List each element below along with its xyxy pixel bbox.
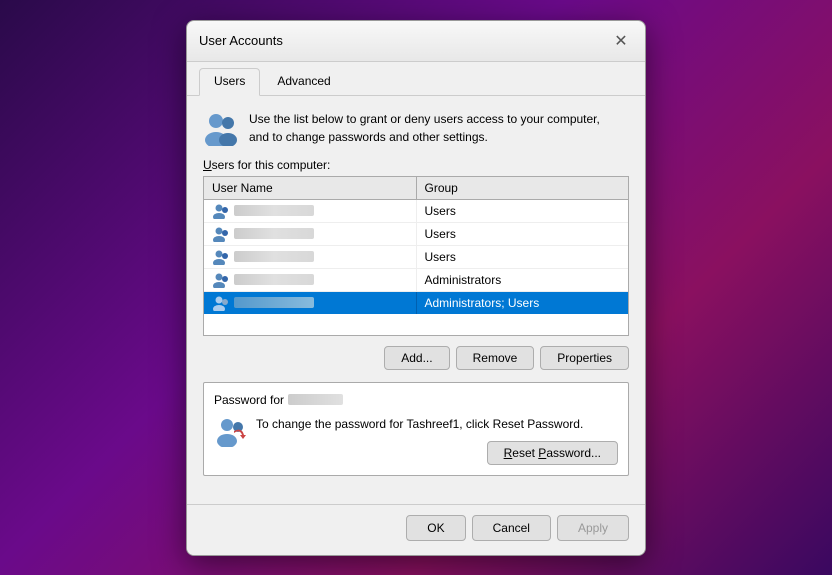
table-row[interactable]: Administrators — [204, 269, 628, 292]
info-text: Use the list below to grant or deny user… — [249, 110, 600, 146]
selected-user-name-blur — [234, 297, 314, 308]
password-label: Password for — [214, 393, 618, 407]
user-name-blur — [234, 205, 314, 216]
password-user-blur — [288, 394, 343, 405]
user-name-blur — [234, 274, 314, 285]
user-name-blur — [234, 251, 314, 262]
ok-button[interactable]: OK — [406, 515, 465, 541]
user-group: Users — [417, 201, 629, 221]
tab-advanced[interactable]: Advanced — [262, 68, 345, 95]
users-icon — [203, 110, 239, 146]
table-row[interactable]: Users — [204, 223, 628, 246]
add-button[interactable]: Add... — [384, 346, 449, 370]
password-section: Password for To change the password for … — [203, 382, 629, 476]
user-row-icon — [212, 295, 228, 311]
dialog-title: User Accounts — [199, 33, 283, 48]
cancel-button[interactable]: Cancel — [472, 515, 551, 541]
remove-button[interactable]: Remove — [456, 346, 535, 370]
users-label: Users for this computer: — [203, 158, 629, 172]
tab-bar: Users Advanced — [187, 62, 645, 96]
tab-users[interactable]: Users — [199, 68, 260, 96]
table-row[interactable]: Users — [204, 200, 628, 223]
apply-button[interactable]: Apply — [557, 515, 629, 541]
table-row[interactable]: Users — [204, 246, 628, 269]
user-name-blur — [234, 228, 314, 239]
user-group: Administrators — [417, 270, 629, 290]
user-action-buttons: Add... Remove Properties — [203, 346, 629, 370]
user-row-icon — [212, 203, 228, 219]
table-row-selected[interactable]: Administrators; Users — [204, 292, 628, 314]
dialog-content: Use the list below to grant or deny user… — [187, 96, 645, 504]
user-row-icon — [212, 249, 228, 265]
reset-password-button[interactable]: Reset Password... — [487, 441, 618, 465]
password-text: To change the password for Tashreef1, cl… — [256, 415, 618, 433]
selected-user-group: Administrators; Users — [417, 293, 629, 313]
properties-button[interactable]: Properties — [540, 346, 629, 370]
col-header-group: Group — [417, 177, 629, 199]
user-group: Users — [417, 224, 629, 244]
user-group: Users — [417, 247, 629, 267]
user-accounts-dialog: User Accounts ✕ Users Advanced Use the l… — [186, 20, 646, 556]
users-table: User Name Group Users — [203, 176, 629, 336]
reset-btn-row: Reset Password... — [256, 441, 618, 465]
password-inner: To change the password for Tashreef1, cl… — [214, 415, 618, 465]
dialog-footer: OK Cancel Apply — [187, 504, 645, 555]
info-section: Use the list below to grant or deny user… — [203, 110, 629, 146]
user-row-icon — [212, 226, 228, 242]
title-bar: User Accounts ✕ — [187, 21, 645, 62]
close-button[interactable]: ✕ — [609, 29, 633, 53]
user-row-icon — [212, 272, 228, 288]
reset-password-icon — [214, 415, 246, 447]
table-header: User Name Group — [204, 177, 628, 200]
col-header-name: User Name — [204, 177, 417, 199]
